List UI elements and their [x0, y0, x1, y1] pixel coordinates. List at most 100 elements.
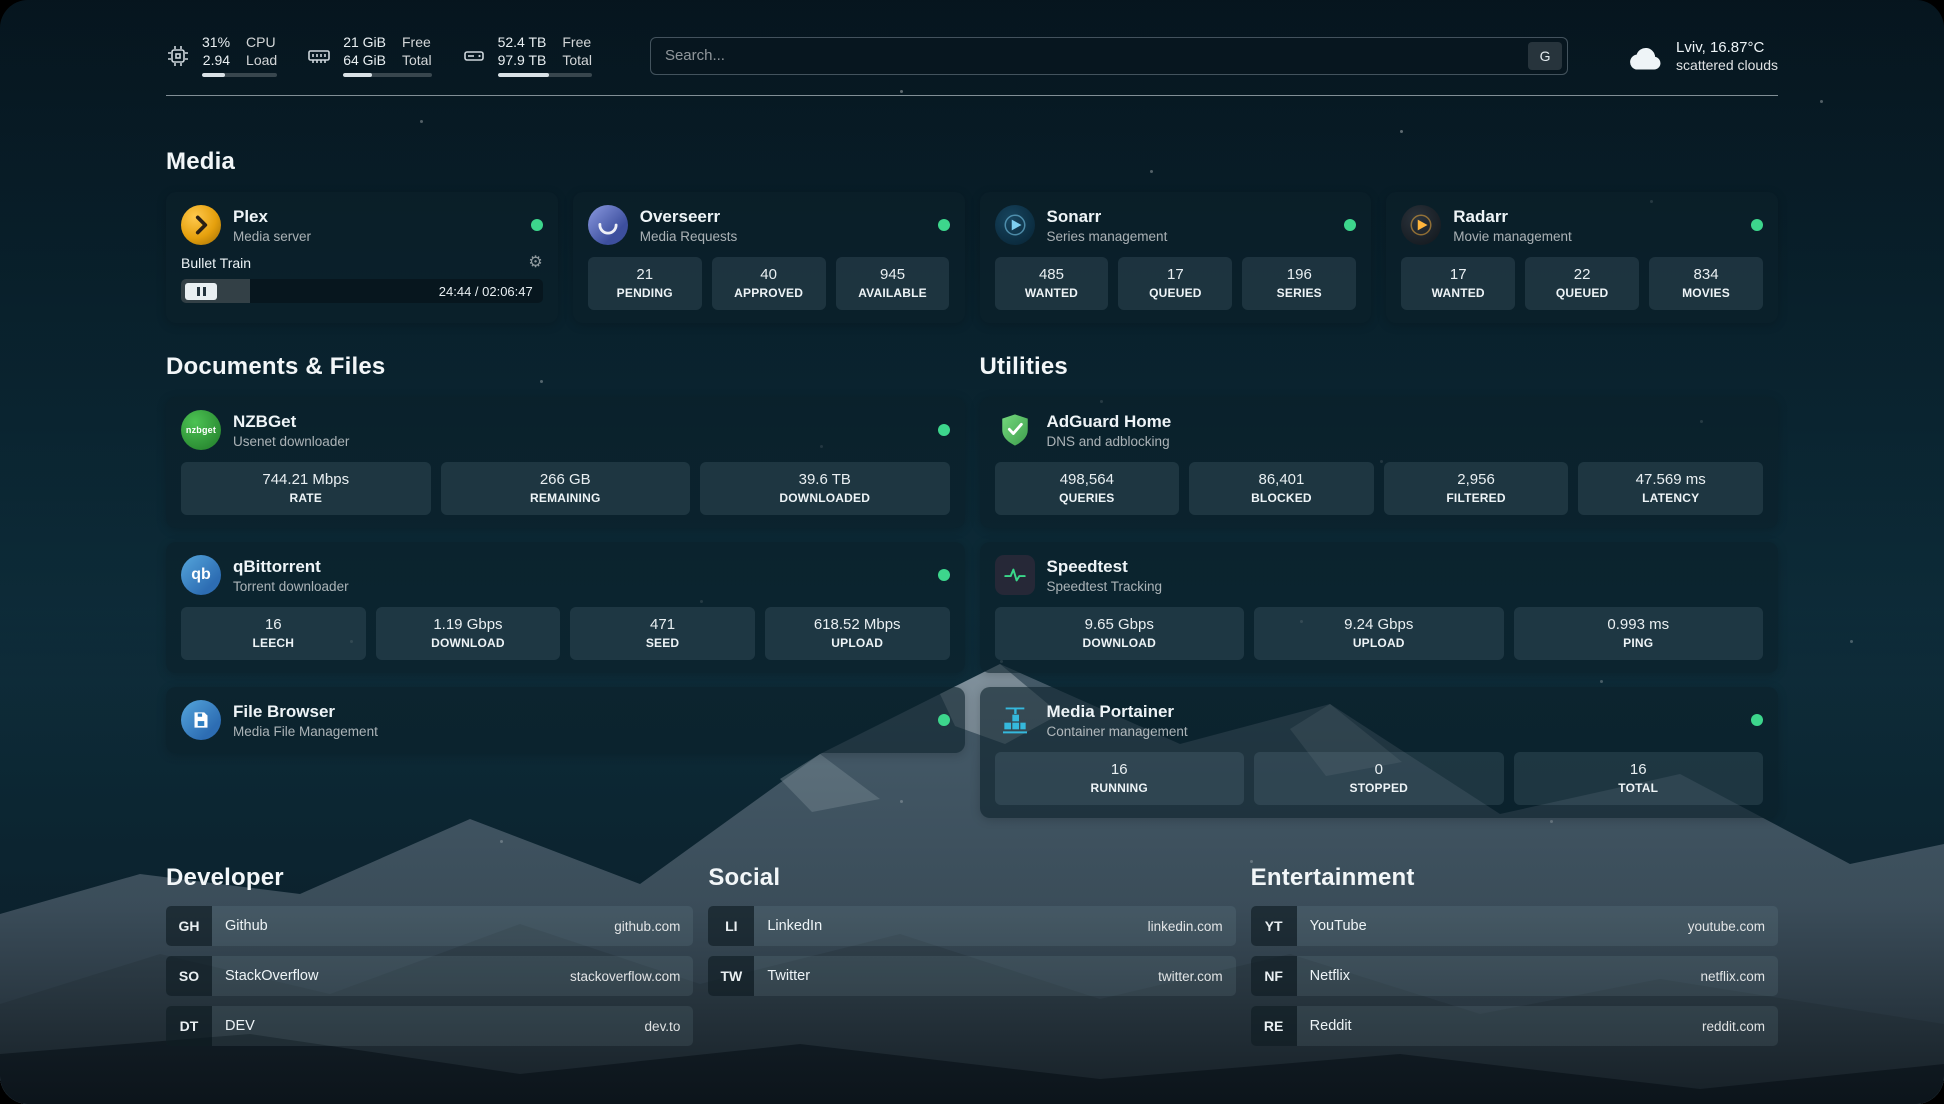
bookmark-twitter[interactable]: TW Twitter twitter.com [708, 956, 1235, 996]
bookmark-group-developer: Developer GH Github github.com SO StackO… [166, 864, 693, 1046]
bookmark-abbr: RE [1251, 1006, 1297, 1046]
bookmark-github[interactable]: GH Github github.com [166, 906, 693, 946]
service-card-filebrowser[interactable]: File Browser Media File Management [166, 687, 965, 753]
service-card-nzbget[interactable]: nzbget NZBGet Usenet downloader 744.21 M… [166, 397, 965, 528]
bookmark-abbr: SO [166, 956, 212, 996]
stat-value: 86,401 [1195, 471, 1368, 489]
stat-tile: 0.993 ms PING [1514, 607, 1764, 660]
stat-label: WANTED [1407, 286, 1509, 301]
stat-label: MOVIES [1655, 286, 1757, 301]
service-subtitle: Media server [233, 229, 311, 244]
stat-value: 17 [1124, 266, 1226, 284]
stat-tile: 498,564 QUERIES [995, 462, 1180, 515]
dashboard-content: 31% CPU 2.94 Load [166, 0, 1778, 1046]
bookmark-name: YouTube [1310, 918, 1367, 934]
search-box[interactable]: G [650, 37, 1568, 75]
service-subtitle: Series management [1047, 229, 1168, 244]
bookmark-abbr: GH [166, 906, 212, 946]
dashboard-screen: 31% CPU 2.94 Load [0, 0, 1944, 1104]
service-card-radarr[interactable]: Radarr Movie management 17 WANTED 22 QUE… [1386, 192, 1778, 323]
service-name: NZBGet [233, 411, 349, 432]
service-name: qBittorrent [233, 556, 349, 577]
bookmark-url: linkedin.com [1148, 919, 1223, 934]
bookmark-name: Netflix [1310, 968, 1350, 984]
search-input[interactable] [665, 47, 1528, 64]
bookmark-stackoverflow[interactable]: SO StackOverflow stackoverflow.com [166, 956, 693, 996]
section-documents: Documents & Files nzbget NZBGet Usenet d… [166, 353, 965, 753]
bookmark-abbr: LI [708, 906, 754, 946]
bookmark-reddit[interactable]: RE Reddit reddit.com [1251, 1006, 1778, 1046]
stat-label: WANTED [1001, 286, 1103, 301]
service-card-adguard[interactable]: AdGuard Home DNS and adblocking 498,564 … [980, 397, 1779, 528]
service-card-portainer[interactable]: Media Portainer Container management 16 … [980, 687, 1779, 818]
pause-button[interactable] [185, 283, 217, 300]
stat-value: 16 [1001, 761, 1239, 779]
bookmark-linkedin[interactable]: LI LinkedIn linkedin.com [708, 906, 1235, 946]
cpu-icon [166, 44, 190, 68]
stat-tile: 2,956 FILTERED [1384, 462, 1569, 515]
bookmark-url: github.com [614, 919, 680, 934]
service-card-speedtest[interactable]: Speedtest Speedtest Tracking 9.65 Gbps D… [980, 542, 1779, 673]
cpu-widget: 31% CPU 2.94 Load [166, 34, 277, 77]
memory-label-top: Free [402, 34, 432, 51]
filebrowser-icon [181, 700, 221, 740]
search-engine-button[interactable]: G [1528, 42, 1562, 70]
stat-value: 40 [718, 266, 820, 284]
stat-value: 196 [1248, 266, 1350, 284]
service-subtitle: Movie management [1453, 229, 1572, 244]
service-name: Sonarr [1047, 206, 1168, 227]
playback-time: 24:44 / 02:06:47 [439, 284, 533, 299]
service-name: Radarr [1453, 206, 1572, 227]
status-dot [938, 714, 950, 726]
stat-label: FILTERED [1390, 491, 1563, 506]
status-dot [1751, 714, 1763, 726]
bookmark-url: youtube.com [1688, 919, 1765, 934]
stat-tile: 22 QUEUED [1525, 257, 1639, 310]
disk-total: 97.9 TB [498, 52, 547, 69]
bookmark-dev[interactable]: DT DEV dev.to [166, 1006, 693, 1046]
status-dot [938, 569, 950, 581]
radarr-icon [1401, 205, 1441, 245]
portainer-icon [995, 700, 1035, 740]
stat-tile: 9.24 Gbps UPLOAD [1254, 607, 1504, 660]
stat-tile: 744.21 Mbps RATE [181, 462, 431, 515]
bookmark-name: LinkedIn [767, 918, 822, 934]
playback-progress-bar[interactable]: 24:44 / 02:06:47 [181, 279, 543, 303]
gear-icon[interactable]: ⚙ [528, 255, 542, 271]
service-card-sonarr[interactable]: Sonarr Series management 485 WANTED 17 Q… [980, 192, 1372, 323]
stat-value: 744.21 Mbps [187, 471, 425, 489]
service-card-qbittorrent[interactable]: qb qBittorrent Torrent downloader 16 [166, 542, 965, 673]
bookmark-group-entertainment: Entertainment YT YouTube youtube.com NF … [1251, 864, 1778, 1046]
stat-tile: 47.569 ms LATENCY [1578, 462, 1763, 515]
disk-widget: 52.4 TB Free 97.9 TB Total [462, 34, 592, 77]
service-card-overseerr[interactable]: Overseerr Media Requests 21 PENDING 40 A… [573, 192, 965, 323]
bookmark-url: twitter.com [1158, 969, 1223, 984]
overseerr-icon [588, 205, 628, 245]
disk-icon [462, 44, 486, 68]
status-dot [1751, 219, 1763, 231]
section-utilities: Utilities [980, 353, 1779, 818]
stat-tile: 945 AVAILABLE [836, 257, 950, 310]
bookmark-group-social: Social LI LinkedIn linkedin.com TW Twitt… [708, 864, 1235, 996]
service-card-plex[interactable]: Plex Media server Bullet Train ⚙ [166, 192, 558, 323]
stat-label: QUERIES [1001, 491, 1174, 506]
cloud-icon [1626, 41, 1664, 71]
memory-progress-fill [343, 73, 372, 77]
cpu-label-top: CPU [246, 34, 277, 51]
speedtest-icon [995, 555, 1035, 595]
nzbget-icon: nzbget [181, 410, 221, 450]
cpu-load: 2.94 [202, 52, 230, 69]
service-subtitle: Media Requests [640, 229, 738, 244]
stat-tile: 86,401 BLOCKED [1189, 462, 1374, 515]
stat-tile: 17 QUEUED [1118, 257, 1232, 310]
bookmark-url: dev.to [645, 1019, 681, 1034]
bookmark-youtube[interactable]: YT YouTube youtube.com [1251, 906, 1778, 946]
stat-value: 21 [594, 266, 696, 284]
service-name: AdGuard Home [1047, 411, 1172, 432]
status-dot [938, 219, 950, 231]
service-name: Plex [233, 206, 311, 227]
bookmark-abbr: DT [166, 1006, 212, 1046]
now-playing-title: Bullet Train [181, 255, 251, 271]
bookmark-netflix[interactable]: NF Netflix netflix.com [1251, 956, 1778, 996]
stat-value: 618.52 Mbps [771, 616, 944, 634]
